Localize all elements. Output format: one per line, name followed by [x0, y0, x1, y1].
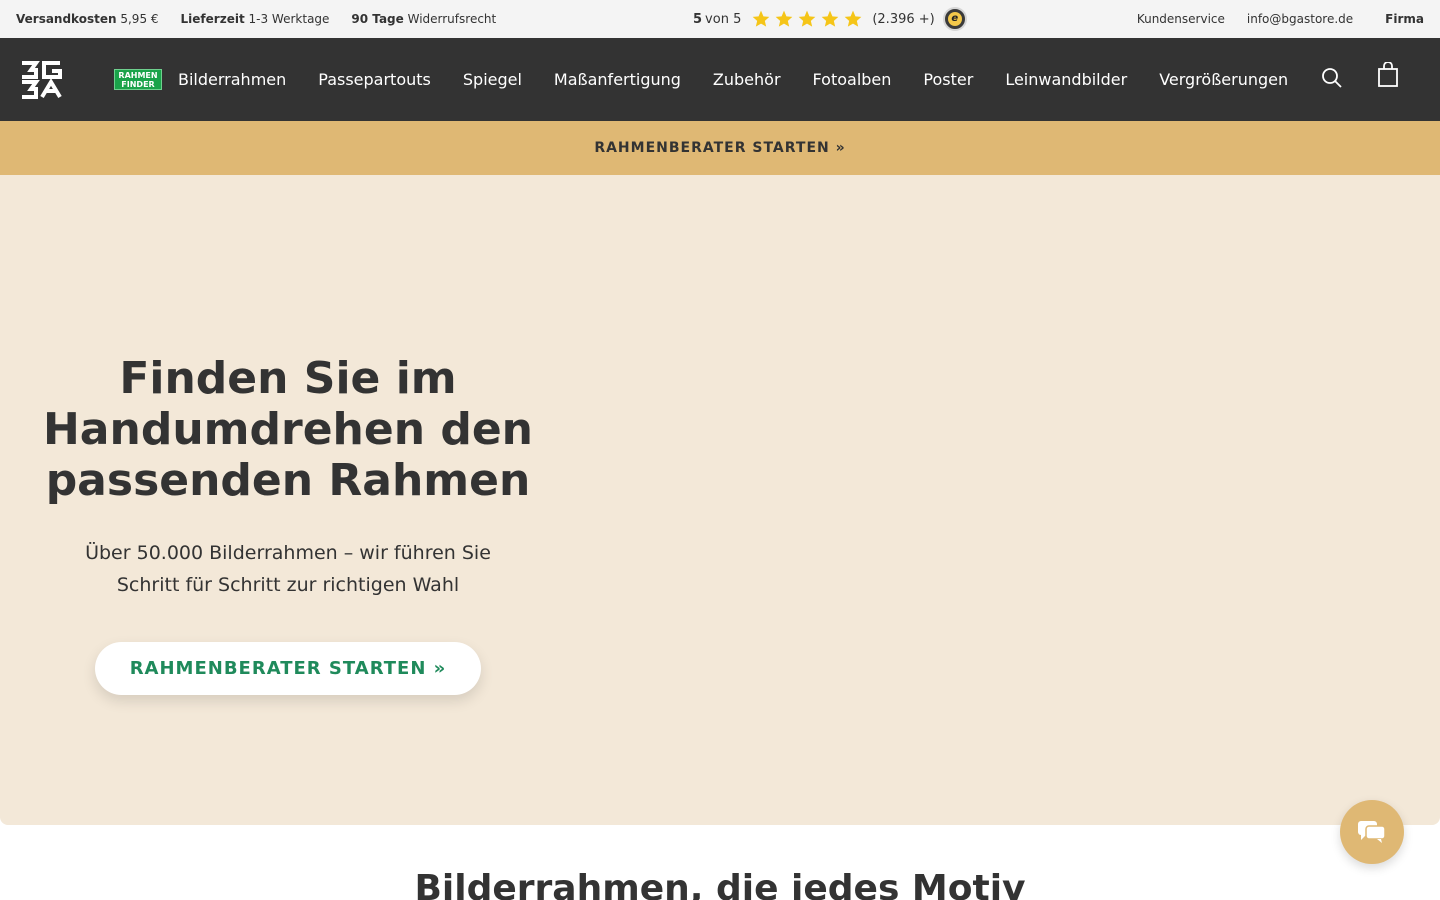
company-link[interactable]: Firma	[1385, 12, 1424, 26]
nav-item-poster[interactable]: Poster	[923, 70, 973, 89]
hero-section: Finden Sie im Handumdrehen den passenden…	[0, 175, 1440, 825]
rating-count: (2.396 +)	[872, 11, 935, 27]
usp-delivery-label: Lieferzeit	[180, 12, 245, 26]
rahmen-finder-badge[interactable]: RAHMEN FINDER	[114, 69, 162, 90]
trusted-shops-seal-icon[interactable]: e	[942, 7, 967, 31]
usp-shipping: Versandkosten 5,95 €	[16, 12, 159, 26]
hero-title: Finden Sie im Handumdrehen den passenden…	[42, 353, 533, 506]
nav-item-bilderrahmen[interactable]: Bilderrahmen	[178, 70, 286, 89]
nav-item-vergroesserungen[interactable]: Vergrößerungen	[1159, 70, 1288, 89]
rahmenberater-start-button[interactable]: RAHMENBERATER STARTEN »	[95, 642, 481, 695]
customer-service-link[interactable]: Kundenservice	[1137, 12, 1225, 26]
star-icon	[751, 9, 774, 29]
star-icon	[797, 9, 820, 29]
shopping-bag-icon[interactable]	[1377, 62, 1399, 88]
top-links: Kundenservice info@bgastore.de Firma	[1115, 0, 1424, 38]
chat-bubble-icon	[1358, 821, 1386, 843]
rating-widget[interactable]: 5 von 5 (2.396 +) e	[693, 0, 967, 38]
nav-links: Bilderrahmen Passepartouts Spiegel Maßan…	[178, 38, 1320, 121]
star-icon	[774, 9, 797, 29]
email-link[interactable]: info@bgastore.de	[1247, 12, 1353, 26]
chat-button[interactable]	[1340, 800, 1404, 864]
nav-item-passepartouts[interactable]: Passepartouts	[318, 70, 431, 89]
bga-logo-icon[interactable]	[20, 60, 62, 100]
top-bar: Versandkosten 5,95 € Lieferzeit 1-3 Werk…	[0, 0, 1440, 38]
usp-shipping-value: 5,95 €	[120, 12, 159, 26]
nav-item-leinwandbilder[interactable]: Leinwandbilder	[1005, 70, 1127, 89]
star-icon	[820, 9, 843, 29]
usp-delivery-value: 1-3 Werktage	[248, 12, 330, 26]
rating-score: 5	[693, 11, 703, 27]
rating-scale: von 5	[705, 11, 742, 27]
usp-return: 90 Tage Widerrufsrecht	[351, 12, 496, 26]
rating-stars	[751, 9, 866, 29]
star-icon	[843, 9, 866, 29]
nav-item-massanfertigung[interactable]: Maßanfertigung	[554, 70, 681, 89]
nav-item-fotoalben[interactable]: Fotoalben	[813, 70, 892, 89]
hero-subtitle: Über 50.000 Bilderrahmen – wir führen Si…	[85, 542, 491, 596]
nav-item-zubehoer[interactable]: Zubehör	[713, 70, 781, 89]
nav-item-spiegel[interactable]: Spiegel	[463, 70, 522, 89]
main-navigation: RAHMEN FINDER Bilderrahmen Passepartouts…	[0, 38, 1440, 121]
usp-delivery: Lieferzeit 1-3 Werktage	[181, 12, 330, 26]
rahmenberater-promo-bar[interactable]: RAHMENBERATER STARTEN »	[0, 121, 1440, 175]
section-title: Bilderrahmen, die jedes Motiv	[414, 868, 1026, 900]
search-icon[interactable]	[1321, 67, 1343, 89]
usp-return-label: 90 Tage	[351, 12, 404, 26]
usp-shipping-label: Versandkosten	[16, 12, 117, 26]
usp-return-value: Widerrufsrecht	[407, 12, 497, 26]
